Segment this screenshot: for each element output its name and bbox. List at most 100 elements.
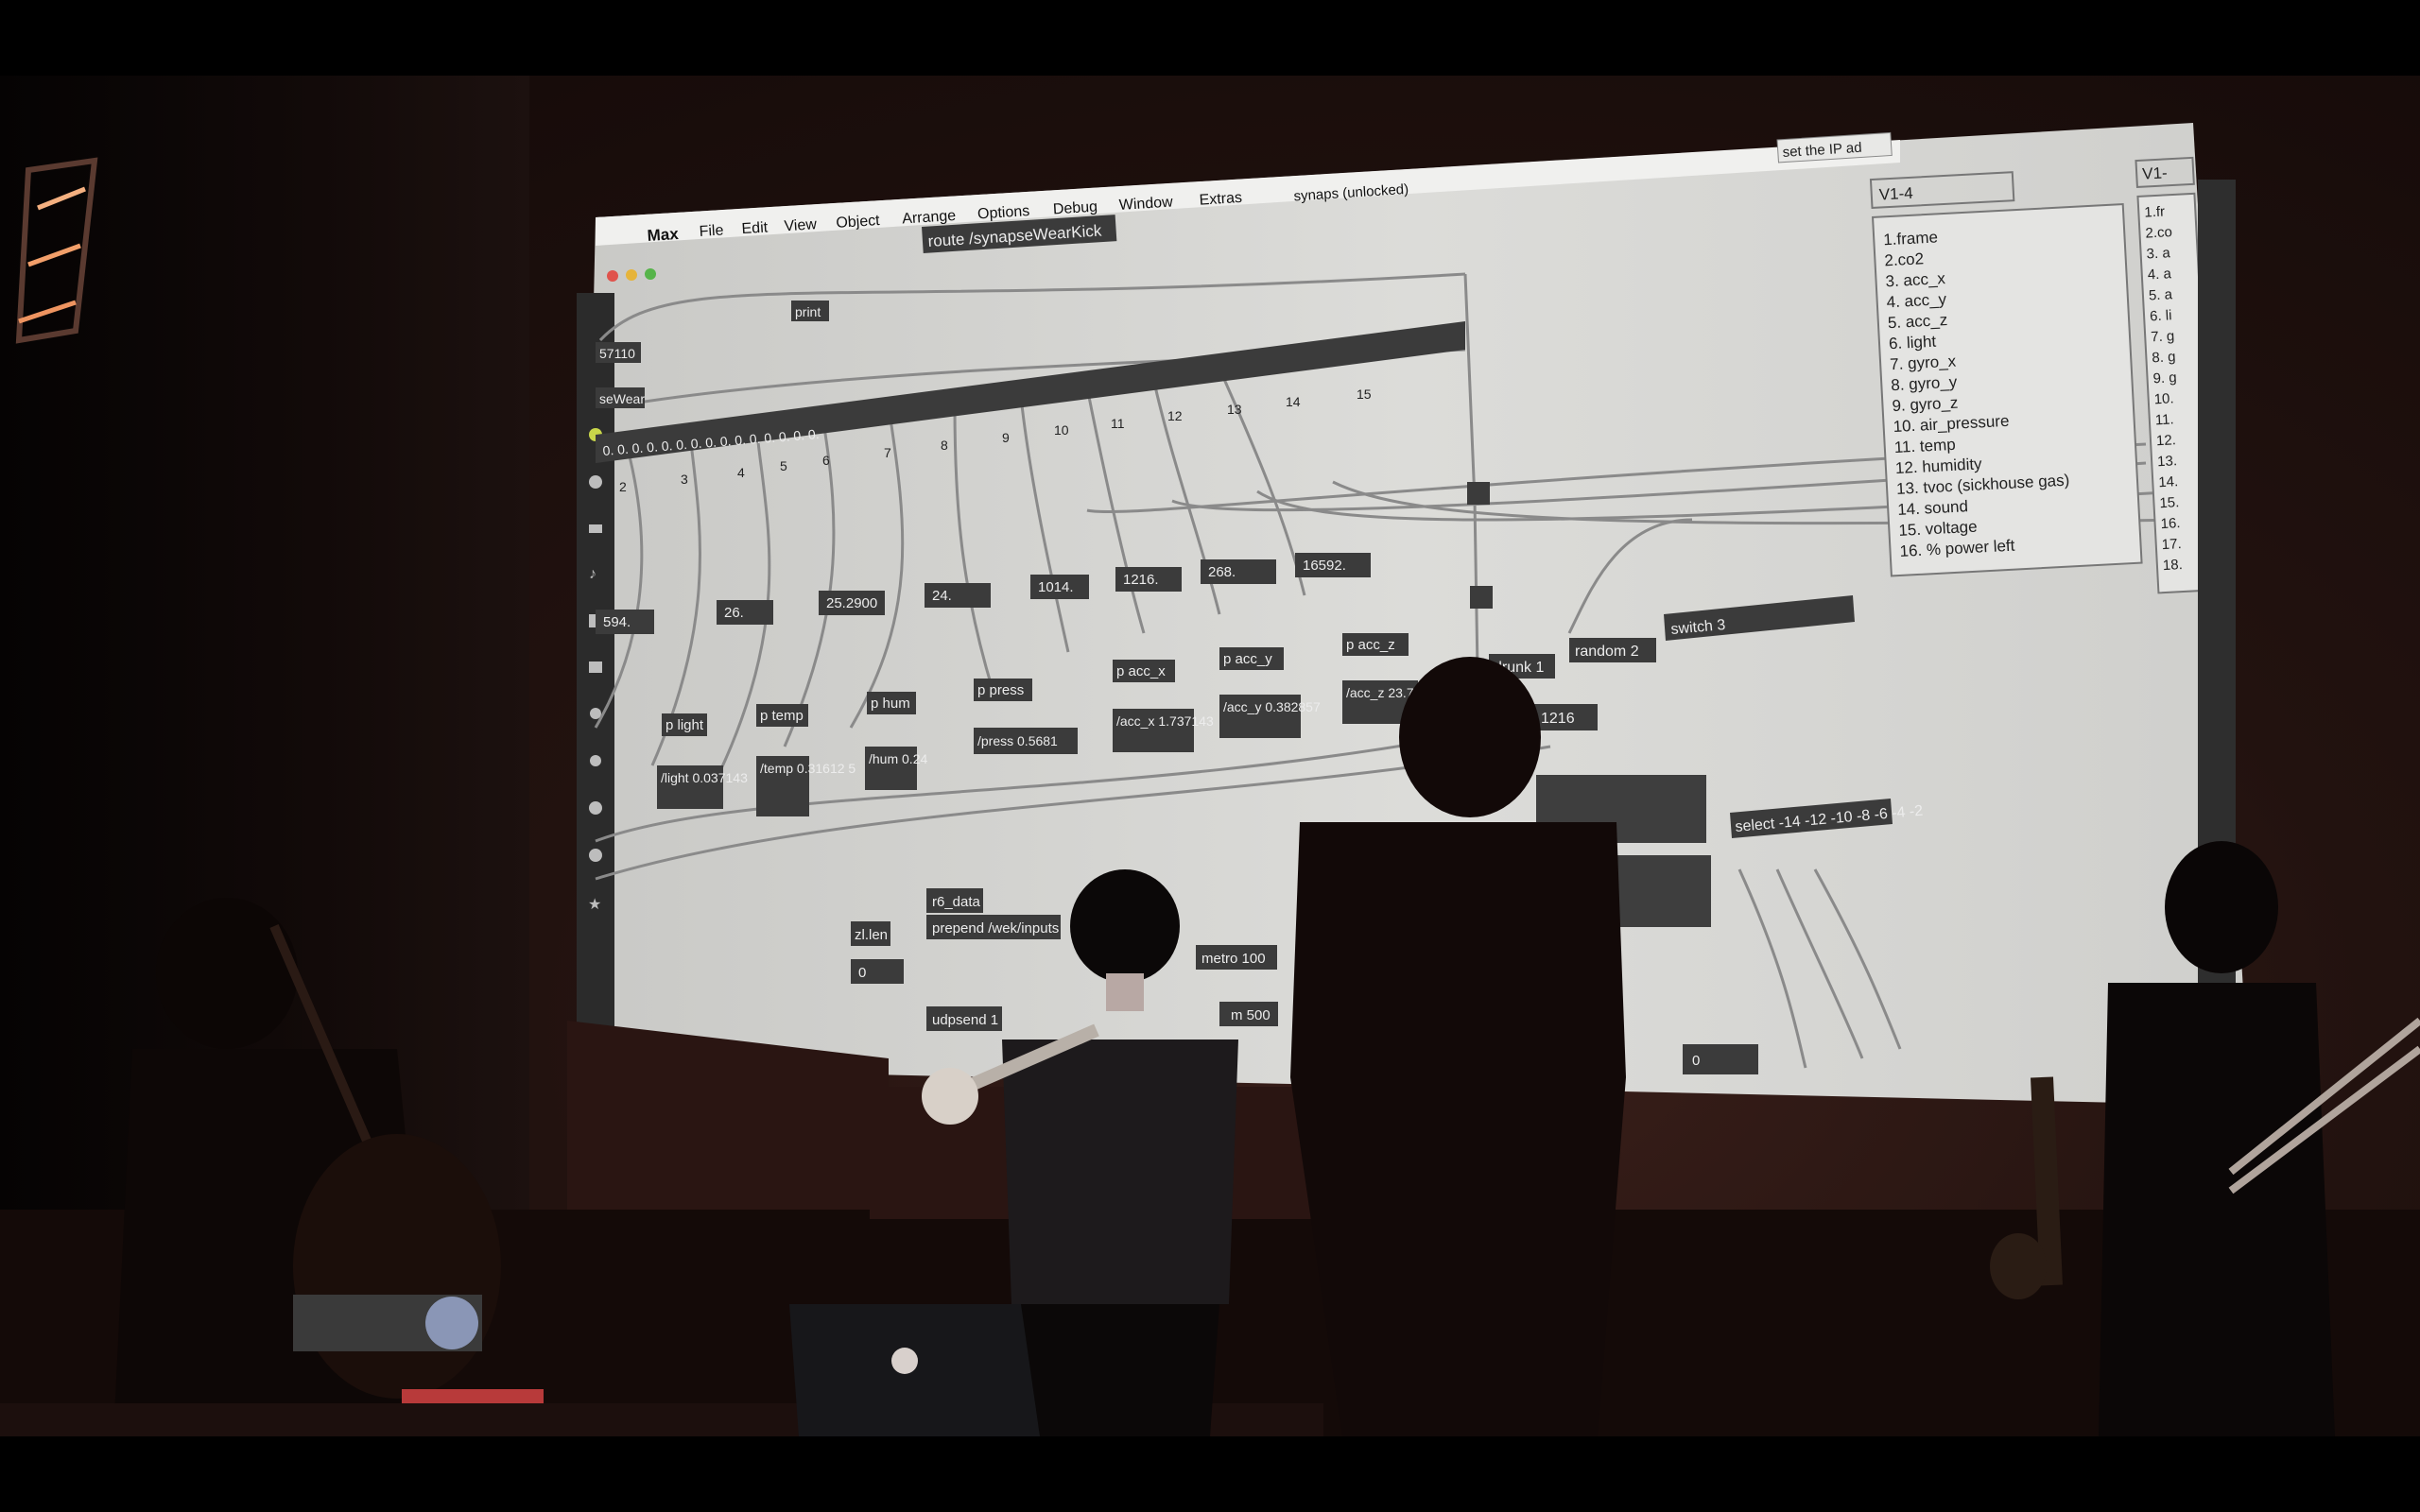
number-value: 24. <box>932 588 952 604</box>
toggle[interactable] <box>1467 482 1490 505</box>
svg-text:14. sound: 14. sound <box>1897 497 1969 519</box>
menu-edit[interactable]: Edit <box>741 219 769 237</box>
random-label: random 2 <box>1575 644 1639 660</box>
toolbar-paperclip-icon[interactable] <box>590 708 601 719</box>
svg-text:15: 15 <box>1357 387 1372 402</box>
toolbar-music-icon[interactable]: ♪ <box>589 566 596 582</box>
zl-len-label: zl.len <box>855 927 888 943</box>
svg-text:17.: 17. <box>2161 536 2182 553</box>
prepend-label: prepend /wek/inputs <box>932 920 1059 936</box>
message-press-text: /press 0.5681 <box>977 733 1058 748</box>
svg-text:10: 10 <box>1054 422 1069 438</box>
stage-light <box>15 157 98 344</box>
number-1216: 1216 <box>1541 711 1575 727</box>
zoom-dot-icon[interactable] <box>645 268 656 280</box>
svg-text:2: 2 <box>619 479 627 494</box>
svg-text:8: 8 <box>941 438 948 453</box>
svg-text:4. a: 4. a <box>2147 266 2172 283</box>
panel-lower[interactable] <box>1550 855 1711 927</box>
number-value: 1014. <box>1038 579 1074 595</box>
svg-text:2.co: 2.co <box>2145 224 2172 241</box>
svg-text:5. acc_z: 5. acc_z <box>1887 311 1947 332</box>
bottom-number: 0 <box>1692 1053 1700 1069</box>
menu-window[interactable]: Window <box>1118 194 1173 214</box>
svg-text:4: 4 <box>737 465 745 480</box>
subpatch-label: p temp <box>760 708 804 724</box>
svg-text:3: 3 <box>681 472 688 487</box>
left-label: seWear <box>599 391 645 406</box>
print-label: print <box>795 304 821 319</box>
toolbar-a-icon[interactable] <box>589 849 602 862</box>
toolbar-image-icon[interactable] <box>589 662 602 673</box>
svg-text:9: 9 <box>1002 430 1010 445</box>
svg-text:8. gyro_y: 8. gyro_y <box>1891 373 1958 395</box>
svg-text:1.fr: 1.fr <box>2144 204 2166 221</box>
panel-upper[interactable] <box>1536 775 1706 843</box>
svg-text:7. gyro_x: 7. gyro_x <box>1890 352 1957 374</box>
r6-label: r6_data <box>932 894 981 910</box>
message-acc-y-text: /acc_y 0.382857 <box>1223 699 1321 714</box>
svg-text:7: 7 <box>884 445 891 460</box>
menu-view[interactable]: View <box>784 216 818 234</box>
menu-debug[interactable]: Debug <box>1052 199 1098 218</box>
menu-file[interactable]: File <box>699 222 724 240</box>
right-toolbar <box>2198 180 2236 1030</box>
menu-arrange[interactable]: Arrange <box>902 208 957 228</box>
subpatch-label: p light <box>666 717 704 733</box>
letterbox-bottom <box>0 1436 2420 1512</box>
minimize-dot-icon[interactable] <box>626 269 637 281</box>
svg-text:6. li: 6. li <box>2150 307 2172 324</box>
svg-text:10.: 10. <box>2153 390 2174 407</box>
zero-number: 0 <box>858 965 866 981</box>
subpatch-label: p acc_y <box>1223 651 1272 667</box>
toolbar-bird-icon[interactable] <box>590 755 601 766</box>
svg-text:18.: 18. <box>2163 557 2184 574</box>
svg-text:11: 11 <box>1111 416 1125 431</box>
svg-text:9. gyro_z: 9. gyro_z <box>1892 394 1959 416</box>
subpatch-label: p press <box>977 682 1024 698</box>
message-light-text: /light 0.037143 <box>661 770 748 785</box>
toolbar-star-icon[interactable]: ★ <box>588 897 601 913</box>
menu-options[interactable]: Options <box>977 203 1030 222</box>
svg-text:11. temp: 11. temp <box>1893 436 1956 456</box>
legend-panel: V1-4 1.frame 2.co2 3. acc_x 4. acc_y 5. … <box>1869 171 2143 577</box>
subpatch-label: p acc_z <box>1346 637 1395 653</box>
svg-text:8. g: 8. g <box>2152 349 2176 366</box>
menu-object[interactable]: Object <box>836 213 881 232</box>
subpatch-label: p acc_x <box>1116 663 1166 679</box>
svg-text:9. g: 9. g <box>2152 369 2177 387</box>
legend2-title: V1- <box>2142 163 2168 182</box>
svg-text:13.: 13. <box>2157 453 2178 470</box>
toolbar-v-icon[interactable] <box>589 801 602 815</box>
metro-label: metro 100 <box>1201 951 1266 967</box>
subpatch-label: p hum <box>871 696 910 712</box>
letterbox-top <box>0 0 2420 76</box>
svg-text:5. a: 5. a <box>2149 286 2174 303</box>
number-value: 25.2900 <box>826 595 877 611</box>
toolbar-message-icon[interactable] <box>589 524 602 533</box>
svg-text:14: 14 <box>1286 394 1301 409</box>
projection-screen: Max File Edit View Object Arrange Option… <box>558 123 2250 1200</box>
toolbar-target-icon[interactable] <box>589 475 602 489</box>
message-hum-text: /hum 0.24 <box>869 751 927 766</box>
svg-text:6: 6 <box>822 453 830 468</box>
svg-text:3. acc_x: 3. acc_x <box>1885 269 1946 290</box>
close-dot-icon[interactable] <box>607 270 618 282</box>
svg-text:6. light: 6. light <box>1889 333 1937 353</box>
number-value: 268. <box>1208 564 1236 580</box>
svg-text:14.: 14. <box>2158 473 2179 490</box>
svg-text:5: 5 <box>780 458 787 473</box>
svg-text:12: 12 <box>1167 408 1183 423</box>
message-temp-text: /temp 0.31612 5 <box>760 761 856 776</box>
svg-text:7. g: 7. g <box>2151 328 2175 345</box>
menu-app[interactable]: Max <box>647 225 680 245</box>
message-acc-x-text: /acc_x 1.737143 <box>1116 713 1214 729</box>
svg-text:3. a: 3. a <box>2146 245 2171 262</box>
svg-text:15.: 15. <box>2159 494 2180 511</box>
toggle[interactable] <box>1470 586 1493 609</box>
svg-text:11.: 11. <box>2154 411 2174 428</box>
svg-text:2.co2: 2.co2 <box>1884 249 1925 269</box>
menu-extras[interactable]: Extras <box>1199 190 1242 209</box>
number-value: 26. <box>724 605 744 621</box>
left-number: 57110 <box>599 346 635 361</box>
